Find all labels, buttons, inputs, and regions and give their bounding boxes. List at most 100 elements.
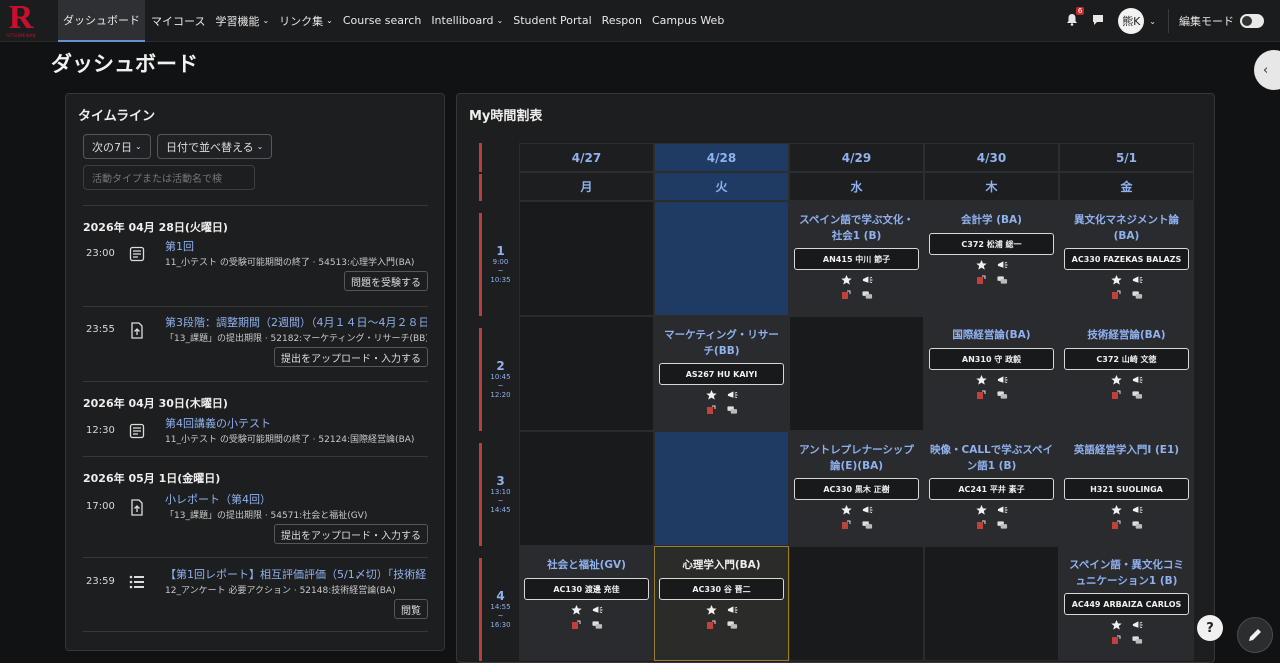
chat-bubble-icon[interactable] <box>996 390 1008 400</box>
course-name-link[interactable]: マーケティング・リサーチ(BB) <box>659 327 784 359</box>
course-name-link[interactable]: 心理学入門(BA) <box>659 557 784 573</box>
star-icon[interactable] <box>1110 275 1122 285</box>
document-icon[interactable] <box>571 620 582 630</box>
star-icon[interactable] <box>1110 375 1122 385</box>
divider <box>83 205 428 206</box>
course-name-link[interactable]: スペイン語・異文化コミュニケーション1 (B) <box>1064 557 1189 589</box>
document-icon[interactable] <box>1111 520 1122 530</box>
star-icon[interactable] <box>570 605 582 615</box>
event-action-button[interactable]: 提出をアップロード・入力する <box>274 347 428 367</box>
help-button[interactable]: ? <box>1197 615 1223 641</box>
document-icon[interactable] <box>706 620 717 630</box>
star-icon[interactable] <box>1110 505 1122 515</box>
timeline-search-input[interactable]: 活動タイプまたは活動名で検 <box>83 165 255 190</box>
nav-item[interactable]: リンク集 ⌄ <box>274 0 338 42</box>
chat-bubble-icon[interactable] <box>861 520 873 530</box>
nav-item[interactable]: Course search <box>338 0 426 42</box>
chat-bubble-icon[interactable] <box>996 520 1008 530</box>
event-title-link[interactable]: 第3段階：調整期間（2週間）（4月１４日～4月２８日） <box>165 314 427 330</box>
document-icon[interactable] <box>976 275 987 285</box>
star-icon[interactable] <box>840 505 852 515</box>
timeline-day-heading: 2026年 04月 28日(火曜日) <box>83 221 228 234</box>
megaphone-icon[interactable] <box>1132 505 1143 515</box>
nav-item[interactable]: ダッシュボード <box>58 0 145 42</box>
event-action-button[interactable]: 問題を受験する <box>344 271 428 291</box>
course-room-instructor: H321 SUOLINGA <box>1064 478 1189 500</box>
timeline-filter-dropdown[interactable]: 次の7日 ⌄ <box>83 134 151 159</box>
chat-bubble-icon[interactable] <box>591 620 603 630</box>
chat-bubble-icon[interactable] <box>1131 520 1143 530</box>
edit-fab-button[interactable] <box>1237 617 1273 653</box>
nav-item[interactable]: Campus Web <box>647 0 729 42</box>
course-name-link[interactable]: 異文化マネジメント論(BA) <box>1064 212 1189 244</box>
document-icon[interactable] <box>1111 390 1122 400</box>
chat-bubble-icon[interactable] <box>996 275 1008 285</box>
document-icon[interactable] <box>706 405 717 415</box>
messages-button[interactable] <box>1092 14 1104 29</box>
document-icon[interactable] <box>976 390 987 400</box>
megaphone-icon[interactable] <box>727 390 738 400</box>
event-title-link[interactable]: 第4回講義の小テスト <box>165 415 427 431</box>
megaphone-icon[interactable] <box>1132 275 1143 285</box>
course-room-instructor: AS267 HU KAIYI <box>659 363 784 385</box>
nav-item[interactable]: Respon <box>597 0 647 42</box>
megaphone-icon[interactable] <box>592 605 603 615</box>
megaphone-icon[interactable] <box>862 275 873 285</box>
megaphone-icon[interactable] <box>1132 375 1143 385</box>
megaphone-icon[interactable] <box>997 375 1008 385</box>
chat-bubble-icon[interactable] <box>861 290 873 300</box>
block-drawer-toggle[interactable]: ‹ <box>1254 50 1280 90</box>
document-icon[interactable] <box>841 520 852 530</box>
megaphone-icon[interactable] <box>997 505 1008 515</box>
star-icon[interactable] <box>840 275 852 285</box>
event-title-link[interactable]: 【第1回レポート】相互評価評価（5/1〆切）「技術経営論」 <box>165 566 427 582</box>
course-name-link[interactable]: アントレプレナーシップ論(E)(BA) <box>794 442 919 474</box>
course-name-link[interactable]: 国際経営論(BA) <box>929 327 1054 343</box>
nav-item[interactable]: 学習機能 ⌄ <box>210 0 274 42</box>
star-icon[interactable] <box>705 390 717 400</box>
event-action-button[interactable]: 閲覧 <box>394 599 428 619</box>
chat-bubble-icon[interactable] <box>726 620 738 630</box>
nav-item-label: Course search <box>342 14 422 27</box>
site-logo[interactable]: R RITSUMEIKAN <box>0 0 42 42</box>
chat-bubble-icon[interactable] <box>1131 290 1143 300</box>
star-icon[interactable] <box>705 605 717 615</box>
chat-bubble-icon[interactable] <box>1131 390 1143 400</box>
megaphone-icon[interactable] <box>862 505 873 515</box>
event-title-link[interactable]: 第1回 <box>165 238 427 254</box>
user-menu[interactable]: 熊K ⌄ <box>1118 8 1156 34</box>
nav-item[interactable]: Student Portal <box>508 0 596 42</box>
course-name-link[interactable]: 社会と福祉(GV) <box>524 557 649 573</box>
event-time: 23:59 <box>86 576 115 587</box>
course-name-link[interactable]: 映像・CALLで学ぶスペイン語1 (B) <box>929 442 1054 474</box>
document-icon[interactable] <box>1111 635 1122 645</box>
event-title-link[interactable]: 小レポート（第4回） <box>165 491 427 507</box>
notifications-button[interactable]: 6 <box>1062 6 1085 30</box>
period-number: 4 <box>496 589 505 603</box>
course-name-link[interactable]: 技術経営論(BA) <box>1064 327 1189 343</box>
document-icon[interactable] <box>1111 290 1122 300</box>
event-action-button[interactable]: 提出をアップロード・入力する <box>274 524 428 544</box>
event-details: 11_小テスト の受験可能期間の終了 · 52124:国際経営論(BA) <box>165 435 415 445</box>
timeline-sort-dropdown[interactable]: 日付で並べ替える ⌄ <box>157 134 273 159</box>
nav-item-label: Respon <box>601 14 642 27</box>
nav-item[interactable]: Intelliboard ⌄ <box>426 0 508 42</box>
star-icon[interactable] <box>975 505 987 515</box>
document-icon[interactable] <box>841 290 852 300</box>
course-name-link[interactable]: スペイン語で学ぶ文化・社会1 (B) <box>794 212 919 244</box>
chat-bubble-icon[interactable] <box>726 405 738 415</box>
document-icon[interactable] <box>976 520 987 530</box>
course-actions <box>1060 375 1193 385</box>
star-icon[interactable] <box>975 260 987 270</box>
course-name-link[interactable]: 会計学 (BA) <box>929 212 1054 228</box>
megaphone-icon[interactable] <box>1132 620 1143 630</box>
megaphone-icon[interactable] <box>997 260 1008 270</box>
edit-mode-toggle[interactable] <box>1240 14 1264 28</box>
nav-item[interactable]: マイコース <box>145 0 210 42</box>
course-name-link[interactable]: 英語経営学入門I (E1) <box>1064 442 1189 458</box>
event-time: 23:55 <box>86 324 115 335</box>
chat-bubble-icon[interactable] <box>1131 635 1143 645</box>
star-icon[interactable] <box>975 375 987 385</box>
star-icon[interactable] <box>1110 620 1122 630</box>
megaphone-icon[interactable] <box>727 605 738 615</box>
